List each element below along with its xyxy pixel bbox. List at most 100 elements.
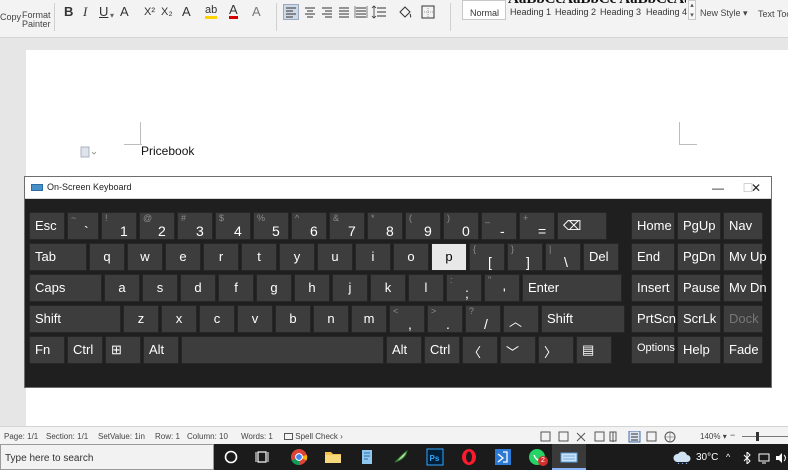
key-k[interactable]: k <box>370 274 406 302</box>
key-space[interactable] <box>181 336 384 364</box>
key-quote[interactable]: " ' <box>484 274 520 302</box>
styles-scroll-icon[interactable]: ▴ ▾ <box>688 0 696 20</box>
copy-button[interactable]: Copy <box>0 12 21 22</box>
key-1[interactable]: ! 1 <box>101 212 137 240</box>
key-insert[interactable]: Insert <box>631 274 675 302</box>
key-w[interactable]: w <box>127 243 163 271</box>
network-icon[interactable] <box>758 451 770 469</box>
key-q[interactable]: q <box>89 243 125 271</box>
line-spacing-icon[interactable] <box>371 5 387 24</box>
key-a[interactable]: a <box>104 274 140 302</box>
minimize-button[interactable]: — <box>703 179 733 197</box>
align-left-icon[interactable] <box>283 4 299 20</box>
key-backspace[interactable]: ⌫ <box>557 212 607 240</box>
key-rbracket[interactable]: }] <box>507 243 543 271</box>
bluetooth-icon[interactable] <box>743 450 751 469</box>
key-period[interactable]: >. <box>427 305 463 333</box>
key-h[interactable]: h <box>294 274 330 302</box>
key-3[interactable]: #3 <box>177 212 213 240</box>
chrome-icon[interactable] <box>290 448 308 466</box>
key-n[interactable]: n <box>313 305 349 333</box>
key-r[interactable]: r <box>203 243 239 271</box>
key-win[interactable]: ⊞ <box>105 336 141 364</box>
key-slash[interactable]: ? / <box>465 305 501 333</box>
key-fade[interactable]: Fade <box>723 336 763 364</box>
zoom-level[interactable]: 140% ▾ <box>700 432 727 441</box>
key-d[interactable]: d <box>180 274 216 302</box>
vscode-icon[interactable] <box>494 448 512 466</box>
superscript-button[interactable]: X² <box>144 4 155 20</box>
cortana-icon[interactable] <box>222 448 240 466</box>
key-7[interactable]: & 7 <box>329 212 365 240</box>
opera-icon[interactable] <box>460 448 478 466</box>
osk-title-bar[interactable]: On-Screen Keyboard — ☐ ✕ <box>25 177 771 199</box>
key-o[interactable]: o <box>393 243 429 271</box>
key-v[interactable]: v <box>237 305 273 333</box>
key-scrlk[interactable]: ScrLk <box>677 305 721 333</box>
key-comma[interactable]: <, <box>389 305 425 333</box>
key-ctrl-right[interactable]: Ctrl <box>424 336 460 364</box>
key-l[interactable]: l <box>408 274 444 302</box>
zoom-slider[interactable] <box>742 432 788 441</box>
font-color-button[interactable]: A <box>229 3 238 19</box>
key-pgup[interactable]: PgUp <box>677 212 721 240</box>
underline-dropdown-icon[interactable]: ▾ <box>110 8 114 24</box>
key-enter[interactable]: Enter <box>522 274 622 302</box>
style-heading-2[interactable]: Heading 2 <box>555 7 596 17</box>
key-home[interactable]: Home <box>631 212 675 240</box>
key-tab[interactable]: Tab <box>29 243 87 271</box>
key-prtscn[interactable]: PrtScn <box>631 305 676 333</box>
document-text[interactable]: Pricebook <box>141 144 194 158</box>
taskbar-search-box[interactable]: Type here to search <box>0 444 214 470</box>
key-0[interactable]: ) 0 <box>443 212 479 240</box>
key-s[interactable]: s <box>142 274 178 302</box>
underline-button[interactable]: U <box>99 4 108 20</box>
key-y[interactable]: y <box>279 243 315 271</box>
text-tool-button[interactable]: Text Too <box>758 9 788 19</box>
notepad-icon[interactable] <box>358 448 376 466</box>
strikethrough-icon[interactable]: A <box>120 4 129 20</box>
key-grave[interactable]: ~ ` <box>67 212 99 240</box>
key-backslash[interactable]: | \ <box>545 243 581 271</box>
key-alt-right[interactable]: Alt <box>386 336 422 364</box>
style-heading-4[interactable]: Heading 4 <box>646 7 687 17</box>
key-minus[interactable]: _ - <box>481 212 517 240</box>
style-normal[interactable]: Normal <box>462 0 506 20</box>
key-arrow-right[interactable]: 〉 <box>538 336 574 364</box>
key-pause[interactable]: Pause <box>677 274 721 302</box>
key-arrow-left[interactable]: 〈 <box>462 336 498 364</box>
task-view-icon[interactable] <box>254 448 272 466</box>
key-shift-right[interactable]: Shift <box>541 305 625 333</box>
key-end[interactable]: End <box>631 243 675 271</box>
key-menu[interactable]: ▤ <box>576 336 612 364</box>
key-b[interactable]: b <box>275 305 311 333</box>
key-6[interactable]: ^ 6 <box>291 212 327 240</box>
paragraph-marker-icon[interactable] <box>80 145 98 163</box>
key-semicolon[interactable]: :; <box>446 274 482 302</box>
key-mvup[interactable]: Mv Up <box>723 243 767 271</box>
key-t[interactable]: t <box>241 243 277 271</box>
spell-check-button[interactable]: Spell Check › <box>284 432 343 441</box>
key-shift-left[interactable]: Shift <box>29 305 121 333</box>
format-painter-button[interactable]: Format Painter <box>20 10 51 30</box>
key-arrow-up[interactable]: ︿ <box>503 305 539 333</box>
key-caps[interactable]: Caps <box>29 274 102 302</box>
key-4[interactable]: $4 <box>215 212 251 240</box>
key-alt-left[interactable]: Alt <box>143 336 179 364</box>
key-g[interactable]: g <box>256 274 292 302</box>
zoom-out-icon[interactable]: − <box>730 430 735 440</box>
style-heading-1[interactable]: Heading 1 <box>510 7 551 17</box>
volume-icon[interactable] <box>775 451 787 469</box>
key-fn[interactable]: Fn <box>29 336 65 364</box>
italic-button[interactable]: I <box>83 4 87 20</box>
key-j[interactable]: j <box>332 274 368 302</box>
text-effects-icon[interactable]: A <box>182 4 191 20</box>
bold-button[interactable]: B <box>64 4 73 20</box>
photoshop-icon[interactable]: Ps <box>426 448 444 466</box>
tray-overflow-icon[interactable]: ^ <box>726 452 730 462</box>
key-esc[interactable]: Esc <box>29 212 65 240</box>
key-m[interactable]: m <box>351 305 387 333</box>
shading-icon[interactable] <box>397 5 413 24</box>
key-equals[interactable]: + = <box>519 212 555 240</box>
subscript-button[interactable]: X₂ <box>161 4 173 20</box>
